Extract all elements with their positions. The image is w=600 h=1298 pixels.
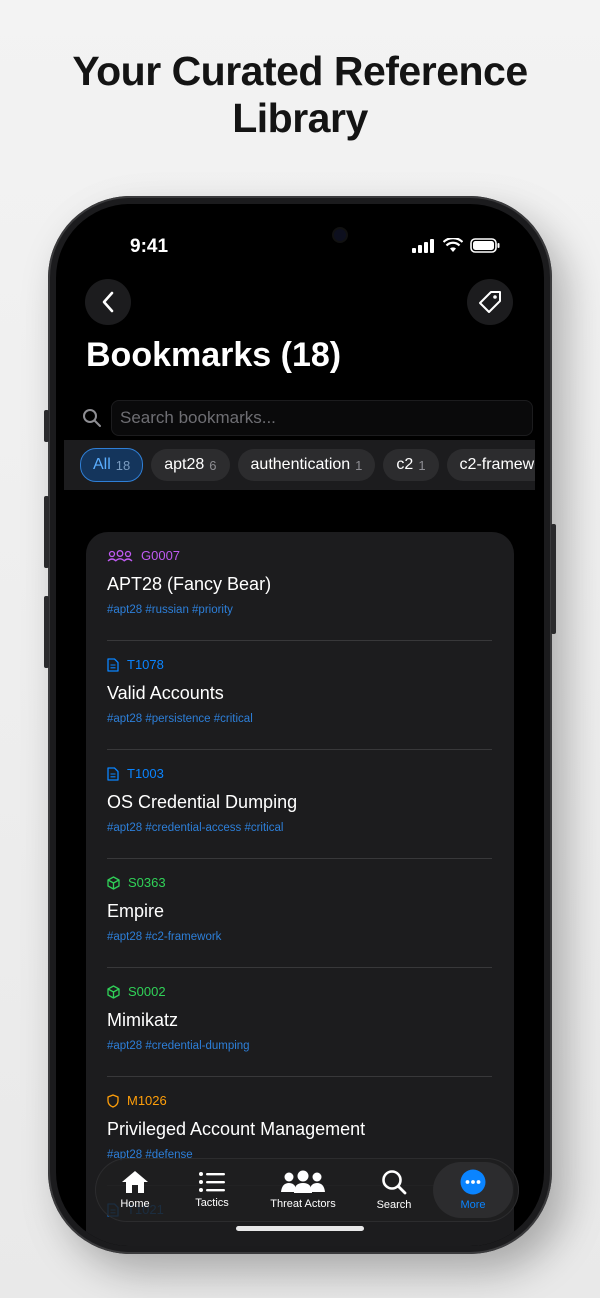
tab-label: Tactics [195,1197,229,1209]
status-icons [412,238,500,253]
tab-label: More [460,1199,486,1211]
bookmark-item[interactable]: S0002 Mimikatz #apt28 #credential-dumpin… [107,968,492,1077]
list-icon [199,1172,225,1192]
group-icon [107,549,133,561]
bookmark-name: Valid Accounts [107,683,224,703]
tab-label: Threat Actors [270,1198,336,1210]
chip-authentication[interactable]: authentication 1 [237,449,376,481]
status-time: 9:41 [130,236,169,257]
bookmark-item[interactable]: T1078 Valid Accounts #apt28 #persistence… [107,641,492,750]
shield-icon [107,1093,119,1108]
document-icon [107,657,119,672]
search-input[interactable] [111,400,533,436]
chip-apt28[interactable]: apt28 6 [151,449,230,481]
wifi-icon [443,238,463,252]
bookmark-tags: #apt28 #credential-access #critical [107,822,284,834]
chip-label: authentication [250,456,351,473]
battery-icon [470,238,500,253]
ellipsis-icon [460,1169,486,1195]
tag-filter-bar[interactable]: All 18 apt28 6 authentication 1 c2 1 c2-fram… [64,440,535,490]
tab-more[interactable]: More [433,1162,513,1218]
tab-home[interactable]: Home [95,1162,175,1218]
bookmark-item[interactable]: S0363 Empire #apt28 #c2-framework [107,859,492,968]
chip-label: All [93,456,111,473]
bookmark-id: M1026 [127,1093,167,1108]
mute-switch [44,410,49,442]
bookmark-tags: #apt28 #persistence #critical [107,713,253,725]
chip-count: 6 [209,457,217,473]
chip-count: 18 [115,457,131,473]
chip-c2[interactable]: c2 1 [383,449,439,481]
bookmark-tags: #apt28 #russian #priority [107,604,233,616]
chip-count: 1 [355,457,363,473]
phone-frame: 9:41 Bookmarks (18) All18 apt286 authent… [44,196,556,1254]
people-icon [281,1170,325,1193]
volume-down-button [44,596,49,668]
tab-bar: Home Tactics Threat Actors Search More [95,1158,519,1222]
magnifier-icon [382,1170,407,1195]
chip-c2-framework[interactable]: c2-framework [446,449,535,481]
tab-label: Home [120,1198,150,1210]
bookmark-id: T1078 [127,657,164,672]
tag-filter-button[interactable] [467,279,513,325]
volume-up-button [44,496,49,568]
cube-icon [107,984,120,999]
bookmark-item[interactable]: T1003 OS Credential Dumping #apt28 #cred… [107,750,492,859]
bookmark-id: S0002 [128,984,166,999]
bookmark-name: Empire [107,901,165,921]
bookmark-list: G0007 APT28 (Fancy Bear) #apt28 #russian… [86,532,514,1246]
house-icon [122,1171,148,1193]
bookmark-tags: #apt28 #c2-framework [107,931,222,943]
tab-search[interactable]: Search [357,1162,431,1218]
bookmark-id: S0363 [128,875,166,890]
bookmark-id: G0007 [141,548,181,563]
app-screen: 9:41 Bookmarks (18) All18 apt286 authent… [56,204,544,1246]
chip-label: c2 [396,456,414,473]
tab-tactics[interactable]: Tactics [175,1162,249,1218]
tab-label: Search [376,1199,412,1211]
bookmark-name: Mimikatz [107,1010,178,1030]
chip-label: apt28 [164,456,205,473]
chip-label: c2-framework [459,456,535,473]
power-button [551,524,556,634]
bookmark-name: OS Credential Dumping [107,792,298,812]
tab-threat-actors[interactable]: Threat Actors [249,1162,357,1218]
bookmark-name: Privileged Account Management [107,1119,366,1139]
page-title: Bookmarks (18) [86,336,342,374]
chip-count: 1 [418,457,426,473]
dynamic-island [239,217,362,253]
back-button[interactable] [85,279,131,325]
tag-icon [479,291,501,313]
bookmark-tags: #apt28 #credential-dumping [107,1040,250,1052]
chevron-left-icon [102,291,114,313]
document-icon [107,766,119,781]
bookmark-item[interactable]: G0007 APT28 (Fancy Bear) #apt28 #russian… [107,532,492,641]
bookmark-name: APT28 (Fancy Bear) [107,574,272,594]
marketing-headline: Your Curated Reference Library [72,48,528,141]
home-indicator [236,1226,364,1231]
chip-all[interactable]: All 18 [80,448,144,482]
cellular-signal-icon [412,238,434,253]
search-icon [83,409,101,427]
bookmark-id: T1003 [127,766,164,781]
cube-icon [107,875,120,890]
